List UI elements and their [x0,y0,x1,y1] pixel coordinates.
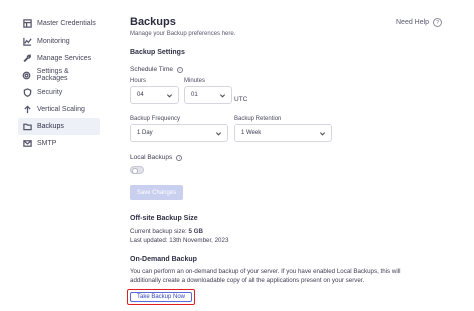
backup-frequency-value: 1 Day [137,130,153,136]
gear-icon [22,70,32,80]
offsite-backup-title: Off-site Backup Size [130,215,198,222]
chevron-down-icon [215,130,222,137]
main-content: Backups Manage your Backup preferences h… [127,0,474,311]
current-backup-size: Current backup size: 5 GB [130,228,203,235]
minutes-select[interactable]: 01 [184,86,232,104]
sidebar-item-manage-services[interactable]: Manage Services [18,50,100,66]
current-backup-size-value: 5 GB [188,228,203,235]
on-demand-backup-title: On-Demand Backup [130,256,197,263]
chevron-down-icon [166,92,173,99]
minutes-label: Minutes [184,78,206,84]
sidebar-item-label: Backups [37,123,64,130]
sidebar-item-smtp[interactable]: SMTP [18,135,100,151]
need-help-label: Need Help [396,19,430,26]
on-demand-description-line1: You can perform an on-demand backup of y… [130,268,401,275]
grid-icon [22,18,32,28]
folder-icon [22,122,32,132]
sidebar-item-label: Settings & Packages [36,68,69,82]
need-help-link[interactable]: Need Help ? [396,18,443,27]
sidebar-item-vertical-scaling[interactable]: Vertical Scaling [18,101,100,117]
backup-frequency-select[interactable]: 1 Day [130,124,228,142]
local-backups-label: Local Backups i [130,154,183,161]
schedule-time-label: Schedule Time i [130,66,183,73]
mail-icon [22,138,32,148]
backup-frequency-label: Backup Frequency [130,116,181,122]
on-demand-description-line2: additionally create a downloadable copy … [130,277,365,284]
timezone-label: UTC [234,96,248,103]
backup-settings-title: Backup Settings [130,49,185,56]
sidebar-item-label: Manage Services [37,54,92,62]
sidebar: Master Credentials Monitoring Manage Ser… [0,0,104,311]
sidebar-item-settings-packages[interactable]: Settings & Packages [18,67,100,83]
sidebar-item-label: Security [37,88,63,96]
sidebar-item-monitoring[interactable]: Monitoring [18,33,100,49]
info-icon: i [177,66,183,73]
chart-icon [22,36,32,46]
take-backup-now-button[interactable]: Take Backup Now [130,292,192,302]
schedule-time-text: Schedule Time [130,66,173,73]
backup-retention-value: 1 Week [241,130,262,136]
save-changes-button[interactable]: Save Changes [130,185,183,200]
local-backups-text: Local Backups [130,154,173,161]
sidebar-item-label: Vertical Scaling [37,105,85,113]
sidebar-item-label: SMTP [37,139,57,147]
highlight-box: Take Backup Now [127,289,195,305]
backup-retention-select[interactable]: 1 Week [234,124,332,142]
sidebar-item-security[interactable]: Security [18,84,100,100]
info-icon: i [176,154,183,161]
hours-value: 04 [137,92,144,98]
help-icon: ? [433,18,443,27]
toggle-knob [132,168,138,174]
minutes-value: 01 [191,92,198,98]
wrench-icon [22,53,32,63]
chevron-down-icon [219,92,226,99]
chevron-down-icon [319,130,326,137]
sidebar-item-label: Monitoring [37,37,70,45]
current-backup-size-label: Current backup size: [130,228,189,235]
hours-select[interactable]: 04 [130,86,179,104]
local-backups-toggle[interactable] [130,166,144,174]
sidebar-item-backups[interactable]: Backups [18,118,100,135]
shield-icon [22,87,32,97]
arrow-up-icon [22,104,32,114]
sidebar-item-master-credentials[interactable]: Master Credentials [18,15,100,31]
backup-retention-label: Backup Retention [234,116,282,122]
last-updated: Last updated: 13th November, 2023 [130,237,229,244]
page-subtitle: Manage your Backup preferences here. [130,31,236,37]
hours-label: Hours [130,78,147,84]
sidebar-item-label: Master Credentials [37,19,96,27]
page-title: Backups [130,16,176,28]
